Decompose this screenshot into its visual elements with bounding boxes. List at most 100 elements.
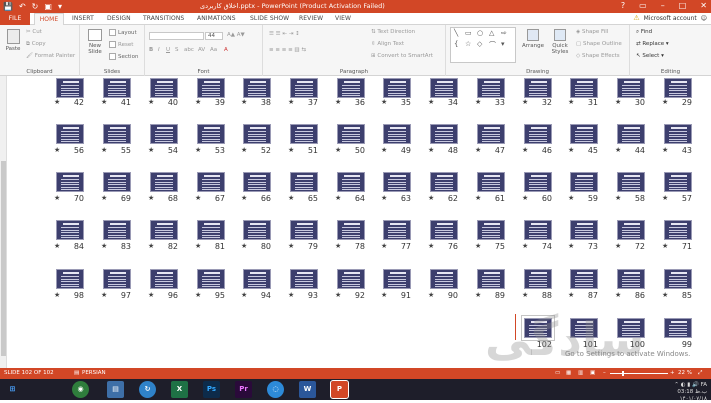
slide-thumbnail[interactable] <box>664 269 692 289</box>
tab-transitions[interactable]: TRANSITIONS <box>143 15 184 22</box>
tab-design[interactable]: DESIGN <box>107 15 131 22</box>
text-direction-button[interactable]: ⇅ Text Direction <box>371 29 415 35</box>
slide-thumbnail[interactable] <box>103 124 131 144</box>
word-icon[interactable]: W <box>299 381 316 398</box>
slide-thumbnail[interactable] <box>524 78 552 98</box>
slide-thumbnail[interactable] <box>617 172 645 192</box>
slide-thumbnail[interactable] <box>56 78 84 98</box>
new-slide-button[interactable]: New Slide <box>84 29 106 55</box>
reading-view-icon[interactable]: ▥ <box>578 368 583 379</box>
slide-thumbnail[interactable] <box>524 172 552 192</box>
slide-thumbnail[interactable] <box>383 78 411 98</box>
quick-styles-button[interactable]: Quick Styles <box>547 29 573 55</box>
bold-icon[interactable]: B <box>149 47 153 53</box>
ribbon-display-icon[interactable]: ▭ <box>639 1 647 10</box>
slide-thumbnail[interactable] <box>150 78 178 98</box>
slide-thumbnail[interactable] <box>56 269 84 289</box>
slide-thumbnail[interactable] <box>664 318 692 338</box>
replace-button[interactable]: ⇄ Replace ▾ <box>636 41 669 47</box>
align-icons[interactable]: ≡ ≡ ≡ ≡ ▥ ⇆ <box>269 47 306 53</box>
paste-button[interactable]: Paste <box>3 29 23 52</box>
slide-thumbnail[interactable] <box>197 78 225 98</box>
slide-thumbnail[interactable] <box>477 124 505 144</box>
slide-thumbnail[interactable] <box>430 269 458 289</box>
shapes-gallery[interactable]: ╲ ▭ ○ △ ⇨ { ☆ ◇ ⌒ ▾ <box>450 27 516 63</box>
slide-thumbnail[interactable] <box>430 124 458 144</box>
zoom-in-icon[interactable]: + <box>670 368 675 379</box>
slide-thumbnail[interactable] <box>524 269 552 289</box>
save-icon[interactable]: 💾 <box>3 1 13 12</box>
slide-thumbnail[interactable] <box>197 124 225 144</box>
slide-thumbnail[interactable] <box>150 124 178 144</box>
section-button[interactable]: Section <box>109 53 138 60</box>
slide-thumbnail[interactable] <box>197 220 225 240</box>
font-size-box[interactable]: 44 <box>205 32 223 40</box>
slide-thumbnail[interactable] <box>243 124 271 144</box>
slide-thumbnail[interactable] <box>337 124 365 144</box>
start-slideshow-icon[interactable]: ▣ <box>44 1 52 12</box>
tab-review[interactable]: REVIEW <box>299 15 323 22</box>
slide-thumbnail[interactable] <box>570 269 598 289</box>
excel-icon[interactable]: X <box>171 381 188 398</box>
slide-thumbnail[interactable] <box>337 220 365 240</box>
tab-slide-show[interactable]: SLIDE SHOW <box>250 15 289 22</box>
slide-thumbnail[interactable] <box>337 269 365 289</box>
customize-icon[interactable]: ▾ <box>58 1 62 12</box>
slide-thumbnail[interactable] <box>570 124 598 144</box>
slide-thumbnail[interactable] <box>477 269 505 289</box>
slideshow-view-icon[interactable]: ▣ <box>590 368 595 379</box>
grow-font-icon[interactable]: A▲ A▼ <box>227 32 245 38</box>
cut-button[interactable]: ✂ Cut <box>26 29 42 35</box>
slide-thumbnail[interactable] <box>430 220 458 240</box>
slide-thumbnail[interactable] <box>430 78 458 98</box>
zoom-out-icon[interactable]: – <box>603 368 606 379</box>
find-button[interactable]: ⌕ Find <box>636 29 652 36</box>
slide-thumbnail[interactable] <box>197 269 225 289</box>
chat-icon[interactable]: ◌ <box>267 381 284 398</box>
slide-thumbnail[interactable] <box>56 220 84 240</box>
minimize-button[interactable]: – <box>661 1 665 10</box>
powerpoint-icon[interactable]: P <box>330 380 349 399</box>
tab-home[interactable]: HOME <box>34 13 64 25</box>
slide-thumbnail[interactable] <box>243 78 271 98</box>
tray-icons[interactable]: ⌃ ◐ ▮ 🔊 <box>674 382 700 388</box>
normal-view-icon[interactable]: ▭ <box>555 368 560 379</box>
slide-thumbnail[interactable] <box>243 172 271 192</box>
chrome-icon[interactable]: ◉ <box>72 381 89 398</box>
slide-thumbnail[interactable] <box>337 78 365 98</box>
zoom-slider[interactable] <box>610 373 668 374</box>
zoom-slider-thumb[interactable] <box>622 371 624 376</box>
redo-icon[interactable]: ↻ <box>32 1 39 12</box>
fit-slide-icon[interactable]: ⤢ <box>698 368 702 379</box>
input-language[interactable]: FA <box>701 382 707 388</box>
undo-icon[interactable]: ↶ <box>19 1 26 12</box>
slide-thumbnail[interactable] <box>150 220 178 240</box>
slide-thumbnail[interactable] <box>430 172 458 192</box>
vertical-scrollbar[interactable] <box>0 76 7 368</box>
slide-thumbnail[interactable] <box>383 124 411 144</box>
slide-thumbnail[interactable] <box>103 172 131 192</box>
help-icon[interactable]: ? <box>621 1 625 10</box>
account-area[interactable]: ⚠ Microsoft account ☺ <box>633 14 707 22</box>
zoom-level[interactable]: 22 % <box>678 368 692 379</box>
slide-thumbnail[interactable] <box>290 78 318 98</box>
reset-button[interactable]: Reset <box>109 41 133 48</box>
shadow-icon[interactable]: S <box>175 47 179 53</box>
slide-thumbnail[interactable] <box>290 172 318 192</box>
slide-thumbnail[interactable] <box>103 78 131 98</box>
layout-button[interactable]: Layout <box>109 29 137 36</box>
scrollbar-thumb[interactable] <box>1 161 6 356</box>
sync-icon[interactable]: ↻ <box>139 381 156 398</box>
slide-thumbnail[interactable] <box>617 220 645 240</box>
slide-thumbnail[interactable] <box>477 220 505 240</box>
slide-thumbnail[interactable] <box>243 269 271 289</box>
slide-thumbnail[interactable] <box>243 220 271 240</box>
format-painter-button[interactable]: 🖌 Format Painter <box>26 53 75 59</box>
explorer-icon[interactable]: ▤ <box>107 381 124 398</box>
premiere-icon[interactable]: Pr <box>235 381 252 398</box>
slide-thumbnail[interactable] <box>524 220 552 240</box>
slide-thumbnail[interactable] <box>150 172 178 192</box>
tab-insert[interactable]: INSERT <box>72 15 94 22</box>
smartart-button[interactable]: ⊞ Convert to SmartArt <box>371 53 433 59</box>
slide-thumbnail[interactable] <box>617 78 645 98</box>
